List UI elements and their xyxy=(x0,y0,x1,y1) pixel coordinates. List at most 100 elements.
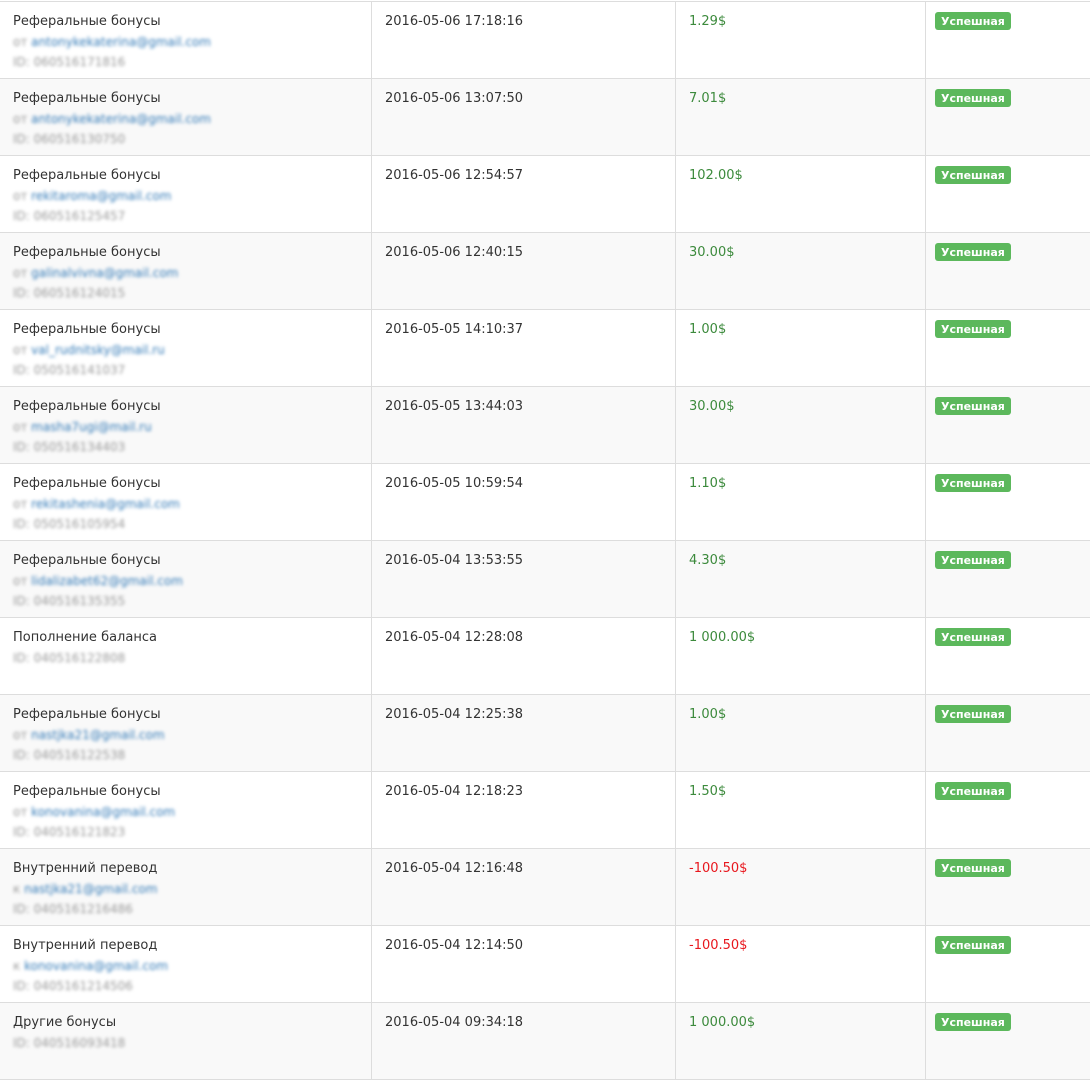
transaction-date: 2016-05-06 13:07:50 xyxy=(385,91,523,106)
date-cell: 2016-05-05 10:59:54 xyxy=(372,464,676,541)
status-cell: Успешная xyxy=(926,387,1090,464)
counterparty-email-link[interactable]: nastjka21@gmail.com xyxy=(24,882,157,896)
counterparty-prefix: от xyxy=(13,35,27,49)
status-badge: Успешная xyxy=(935,89,1011,107)
counterparty: от rekitashenia@gmail.com xyxy=(13,494,359,514)
type-cell: Реферальные бонусыот rekitashenia@gmail.… xyxy=(0,464,372,541)
transaction-amount: 4.30$ xyxy=(689,553,726,568)
counterparty-email-link[interactable]: rekitashenia@gmail.com xyxy=(31,497,180,511)
type-cell: Реферальные бонусыот nastjka21@gmail.com… xyxy=(0,695,372,772)
transaction-id: ID: 050516134403 xyxy=(13,437,359,457)
counterparty-email-link[interactable]: lidalizabet62@gmail.com xyxy=(31,574,183,588)
transaction-type: Пополнение баланса xyxy=(13,628,359,648)
counterparty-email-link[interactable]: val_rudnitsky@mail.ru xyxy=(31,343,165,357)
transaction-id: ID: 040516121823 xyxy=(13,822,359,842)
type-cell: Другие бонусыID: 040516093418 xyxy=(0,1003,372,1080)
transaction-id: ID: 040516135355 xyxy=(13,591,359,611)
type-cell: Пополнение балансаID: 040516122808 xyxy=(0,618,372,695)
status-cell: Успешная xyxy=(926,156,1090,233)
transaction-id: ID: 040516093418 xyxy=(13,1033,359,1053)
table-row: Реферальные бонусы от antonykekaterina@gm… xyxy=(0,2,1090,79)
amount-cell: 7.01$ xyxy=(676,79,926,156)
transaction-amount: 102.00$ xyxy=(689,168,743,183)
table-row: Реферальные бонусыот galinalvivna@gmail.… xyxy=(0,233,1090,310)
transaction-amount: -100.50$ xyxy=(689,938,747,953)
counterparty: от nastjka21@gmail.com xyxy=(13,725,359,745)
counterparty-email-link[interactable]: rekitaroma@gmail.com xyxy=(31,189,171,203)
counterparty: от konovanina@gmail.com xyxy=(13,802,359,822)
status-cell: Успешная xyxy=(926,926,1090,1003)
counterparty-email-link[interactable]: galinalvivna@gmail.com xyxy=(31,266,178,280)
table-row: Реферальные бонусыот lidalizabet62@gmail… xyxy=(0,541,1090,618)
counterparty-email-link[interactable]: konovanina@gmail.com xyxy=(31,805,175,819)
type-cell: Реферальные бонусыот val_rudnitsky@mail.… xyxy=(0,310,372,387)
counterparty-email-link[interactable]: antonykekaterina@gmail.com xyxy=(31,35,211,49)
transaction-amount: 7.01$ xyxy=(689,91,726,106)
status-cell: Успешная xyxy=(926,79,1090,156)
transaction-id: ID: 0405161214506 xyxy=(13,976,359,996)
counterparty: от galinalvivna@gmail.com xyxy=(13,263,359,283)
table-row: Реферальные бонусыот antonykekaterina@gm… xyxy=(0,79,1090,156)
transaction-type: Внутренний перевод xyxy=(13,936,359,956)
transaction-type: Реферальные бонусы xyxy=(13,782,359,802)
status-badge: Успешная xyxy=(935,166,1011,184)
transaction-date: 2016-05-06 12:40:15 xyxy=(385,245,523,260)
date-cell: 2016-05-06 12:54:57 xyxy=(372,156,676,233)
counterparty-email-link[interactable]: masha7ugi@mail.ru xyxy=(31,420,152,434)
counterparty-prefix: от xyxy=(13,497,27,511)
transaction-id: ID: 060516124015 xyxy=(13,283,359,303)
status-cell: Успешная xyxy=(926,772,1090,849)
transaction-date: 2016-05-06 12:54:57 xyxy=(385,168,523,183)
status-badge: Успешная xyxy=(935,782,1011,800)
transaction-amount: 1 000.00$ xyxy=(689,630,755,645)
counterparty: к nastjka21@gmail.com xyxy=(13,879,359,899)
transaction-amount: 1.00$ xyxy=(689,322,726,337)
counterparty: от antonykekaterina@gmail.com xyxy=(13,109,359,129)
counterparty-email-link[interactable]: nastjka21@gmail.com xyxy=(31,728,164,742)
counterparty-prefix: от xyxy=(13,189,27,203)
transaction-amount: 1.00$ xyxy=(689,707,726,722)
type-cell: Реферальные бонусыот galinalvivna@gmail.… xyxy=(0,233,372,310)
type-cell: Реферальные бонусыот lidalizabet62@gmail… xyxy=(0,541,372,618)
transactions-table: Реферальные бонусы от antonykekaterina@gm… xyxy=(0,1,1090,1080)
table-row: Внутренний переводк konovanina@gmail.com… xyxy=(0,926,1090,1003)
type-cell: Внутренний переводк nastjka21@gmail.comI… xyxy=(0,849,372,926)
counterparty-prefix: к xyxy=(13,959,20,973)
transaction-id: ID: 040516122808 xyxy=(13,648,359,668)
date-cell: 2016-05-06 17:18:16 xyxy=(372,2,676,79)
counterparty-prefix: от xyxy=(13,343,27,357)
amount-cell: 1.10$ xyxy=(676,464,926,541)
date-cell: 2016-05-05 14:10:37 xyxy=(372,310,676,387)
transaction-id: ID: 050516141037 xyxy=(13,360,359,380)
date-cell: 2016-05-04 12:25:38 xyxy=(372,695,676,772)
transaction-date: 2016-05-05 13:44:03 xyxy=(385,399,523,414)
counterparty-email-link[interactable]: antonykekaterina@gmail.com xyxy=(31,112,211,126)
date-cell: 2016-05-04 13:53:55 xyxy=(372,541,676,618)
date-cell: 2016-05-04 12:28:08 xyxy=(372,618,676,695)
transaction-date: 2016-05-04 12:25:38 xyxy=(385,707,523,722)
counterparty-prefix: от xyxy=(13,420,27,434)
counterparty: к konovanina@gmail.com xyxy=(13,956,359,976)
counterparty-prefix: от xyxy=(13,805,27,819)
amount-cell: 30.00$ xyxy=(676,387,926,464)
status-badge: Успешная xyxy=(935,397,1011,415)
status-cell: Успешная xyxy=(926,1003,1090,1080)
transaction-date: 2016-05-04 09:34:18 xyxy=(385,1015,523,1030)
counterparty-prefix: от xyxy=(13,574,27,588)
table-row: Другие бонусыID: 040516093418 2016-05-04 … xyxy=(0,1003,1090,1080)
status-cell: Успешная xyxy=(926,310,1090,387)
counterparty-prefix: от xyxy=(13,266,27,280)
counterparty-prefix: от xyxy=(13,112,27,126)
counterparty: от masha7ugi@mail.ru xyxy=(13,417,359,437)
date-cell: 2016-05-06 13:07:50 xyxy=(372,79,676,156)
status-badge: Успешная xyxy=(935,243,1011,261)
date-cell: 2016-05-04 12:14:50 xyxy=(372,926,676,1003)
amount-cell: -100.50$ xyxy=(676,926,926,1003)
type-cell: Реферальные бонусыот konovanina@gmail.co… xyxy=(0,772,372,849)
status-cell: Успешная xyxy=(926,849,1090,926)
transaction-date: 2016-05-06 17:18:16 xyxy=(385,14,523,29)
type-cell: Реферальные бонусыот rekitaroma@gmail.co… xyxy=(0,156,372,233)
counterparty-email-link[interactable]: konovanina@gmail.com xyxy=(24,959,168,973)
transaction-date: 2016-05-04 12:16:48 xyxy=(385,861,523,876)
transaction-type: Реферальные бонусы xyxy=(13,12,359,32)
